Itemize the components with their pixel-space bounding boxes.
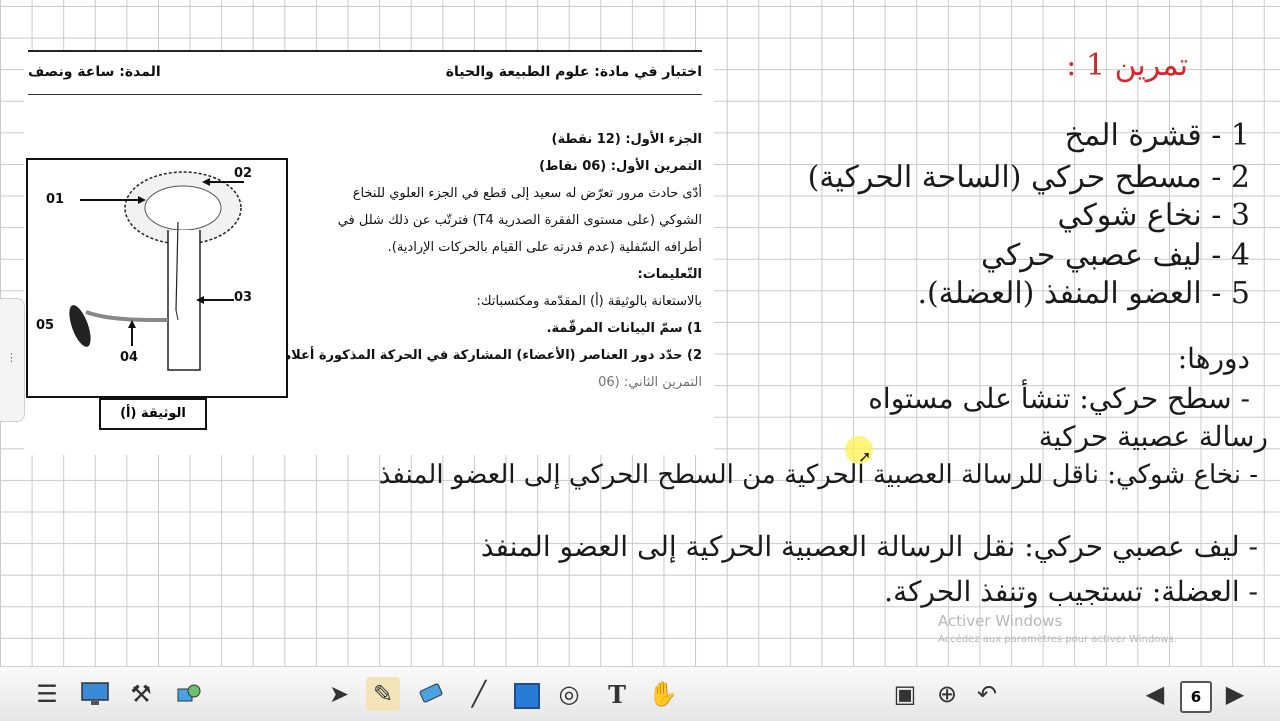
page-number: 6 bbox=[1180, 681, 1212, 713]
answer-3: 3 - نخاع شوكي bbox=[1057, 198, 1250, 233]
hand-icon[interactable]: ✋ bbox=[646, 677, 680, 711]
instruction-1: 1) سمّ البيانات المرقّمة. bbox=[546, 321, 702, 336]
display-icon[interactable] bbox=[78, 677, 112, 711]
whiteboard-toolbar: ☰ ⚒ ➤ ✎ ╱ ◎ T ✋ ▣ ⊕ ↶ ◀ 6 ▶ bbox=[0, 666, 1280, 721]
eraser-icon[interactable] bbox=[414, 677, 448, 711]
nervous-system-diagram bbox=[69, 171, 244, 371]
instructions-title: التّعليمات: bbox=[637, 267, 702, 282]
windows-activation-watermark: Activer Windows Accédez aux paramètres p… bbox=[938, 612, 1177, 645]
exercise-text: الجزء الأول: (12 نقطة) التمرين الأول: (0… bbox=[272, 126, 703, 396]
paragraph-line-1: أدّى حادث مرور تعرّض له سعيد إلى قطع في … bbox=[352, 186, 702, 201]
answer-2: 2 - مسطح حركي (الساحة الحركية) bbox=[807, 160, 1250, 195]
next-page-icon[interactable]: ▶ bbox=[1218, 677, 1252, 711]
select-icon[interactable]: ➤ bbox=[322, 677, 356, 711]
role-1: - سطح حركي: تنشأ على مستواه bbox=[868, 382, 1250, 415]
paragraph-line-2: الشوكي (على مستوى الفقرة الصدرية T4) فتر… bbox=[337, 213, 702, 228]
paragraph-line-3: أطرافه السّفلية (عدم قدرته على القيام با… bbox=[387, 240, 702, 255]
figure-label-02: 02 bbox=[234, 166, 253, 181]
pen-icon[interactable]: ✎ bbox=[366, 677, 400, 711]
tools-icon[interactable]: ⚒ bbox=[124, 677, 158, 711]
mouse-pointer-icon: ➚ bbox=[858, 447, 872, 466]
line-icon[interactable]: ╱ bbox=[462, 677, 496, 711]
figure-label-01: 01 bbox=[46, 192, 65, 207]
role-4: - العضلة: تستجيب وتنفذ الحركة. bbox=[884, 575, 1258, 608]
watermark-line-2: Accédez aux paramètres pour activer Wind… bbox=[938, 634, 1177, 645]
side-panel-handle-icon: ⋮ bbox=[6, 351, 17, 364]
answer-4: 4 - ليف عصبي حركي bbox=[981, 238, 1250, 273]
instruction-2: 2) حدّد دور العناصر (الأعضاء) المشاركة ف… bbox=[278, 348, 703, 363]
shapes-icon[interactable] bbox=[172, 677, 206, 711]
document-header: اختبار في مادة: علوم الطبيعة والحياة الم… bbox=[28, 60, 702, 90]
figure-label-05: 05 bbox=[36, 318, 55, 333]
page-view-icon[interactable]: ▣ bbox=[888, 677, 922, 711]
exam-document: اختبار في مادة: علوم الطبيعة والحياة الم… bbox=[24, 50, 714, 455]
figure-label-03: 03 bbox=[234, 290, 253, 305]
menu-icon[interactable]: ☰ bbox=[30, 677, 64, 711]
figure-label-04: 04 bbox=[120, 350, 139, 365]
undo-icon[interactable]: ↶ bbox=[970, 677, 1004, 711]
role-1-cont: رسالة عصبية حركية bbox=[1038, 420, 1268, 453]
spotlight-icon[interactable]: ◎ bbox=[552, 677, 586, 711]
camera-icon[interactable]: ⊕ bbox=[930, 677, 964, 711]
instructions-intro: بالاستعانة بالوثيقة (أ) المقدّمة ومكتسبا… bbox=[476, 294, 702, 309]
watermark-line-1: Activer Windows bbox=[938, 612, 1063, 630]
header-rule bbox=[28, 50, 702, 52]
text-icon[interactable]: T bbox=[600, 677, 634, 711]
part-title: الجزء الأول: (12 نقطة) bbox=[551, 132, 703, 147]
handwriting-heading: تمرين 1 : bbox=[1066, 48, 1188, 83]
answer-5: 5 - العضو المنفذ (العضلة). bbox=[917, 276, 1250, 311]
header-divider bbox=[28, 94, 702, 95]
roles-title: دورها: bbox=[1177, 342, 1250, 375]
figure-diagram: 01 02 03 04 05 bbox=[26, 158, 288, 398]
figure-caption: الوثيقة (أ) bbox=[99, 398, 207, 430]
role-3: - ليف عصبي حركي: نقل الرسالة العصبية الح… bbox=[480, 530, 1258, 563]
role-2: - نخاع شوكي: ناقل للرسالة العصبية الحركي… bbox=[378, 460, 1258, 490]
previous-page-icon[interactable]: ◀ bbox=[1138, 677, 1172, 711]
color-swatch[interactable] bbox=[514, 683, 540, 709]
header-duration: المدة: ساعة ونصف bbox=[28, 64, 161, 80]
answer-1: 1 - قشرة المخ bbox=[1064, 118, 1250, 153]
side-panel-tab[interactable]: ⋮ bbox=[0, 298, 25, 422]
header-subject: اختبار في مادة: علوم الطبيعة والحياة bbox=[445, 64, 702, 80]
cutoff-line: التمرين الثاني: (06 bbox=[598, 375, 702, 390]
exercise-title: التمرين الأول: (06 نقاط) bbox=[539, 159, 702, 174]
